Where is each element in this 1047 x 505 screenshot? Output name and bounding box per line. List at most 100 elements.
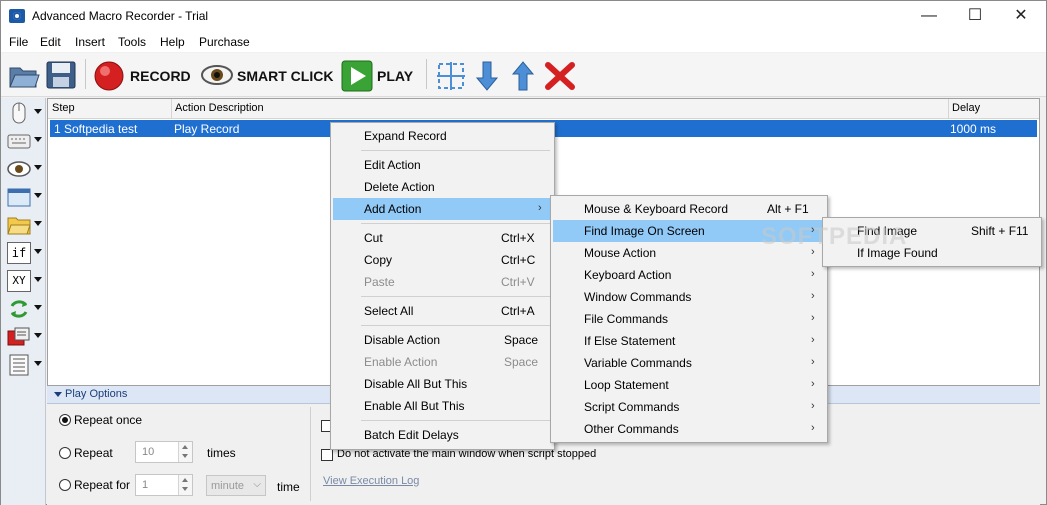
repeat-for-stepper[interactable]: 1 [135, 474, 193, 496]
repeat-count-stepper[interactable]: 10 [135, 441, 193, 463]
move-down-icon[interactable] [475, 60, 499, 92]
sidebar-variable[interactable]: XY [5, 268, 45, 294]
folder-icon [7, 217, 31, 235]
menu-item-select-all[interactable]: Select All Ctrl+A [333, 300, 552, 322]
menu-item-script-commands[interactable]: Script Commands › [553, 396, 825, 418]
sidebar-mouse[interactable] [5, 100, 45, 126]
column-step[interactable]: Step [52, 102, 75, 114]
menu-item-enable-all-but-this[interactable]: Enable All But This [333, 395, 552, 417]
chevron-down-icon [34, 193, 42, 198]
select-region-icon[interactable] [435, 60, 467, 92]
menu-bar: File Edit Insert Tools Help Purchase [1, 32, 1046, 52]
menu-insert[interactable]: Insert [75, 35, 105, 49]
column-divider[interactable] [171, 99, 172, 119]
menu-help[interactable]: Help [160, 35, 185, 49]
smart-click-eye-icon[interactable] [200, 63, 234, 87]
menu-tools[interactable]: Tools [118, 35, 146, 49]
menu-item-add-action[interactable]: Add Action › [333, 198, 552, 220]
menu-item-window-commands[interactable]: Window Commands › [553, 286, 825, 308]
chevron-down-icon [34, 165, 42, 170]
repeat-for-value: 1 [142, 479, 149, 491]
menu-item-edit-action[interactable]: Edit Action [333, 154, 552, 176]
menu-separator [361, 223, 550, 224]
keyboard-icon [7, 134, 31, 149]
window-icon [7, 188, 31, 207]
sidebar-keyboard[interactable] [5, 128, 45, 154]
sidebar-file[interactable] [5, 212, 45, 238]
dont-activate-checkbox[interactable] [321, 449, 333, 461]
sidebar-loop[interactable] [5, 296, 45, 322]
menu-item-if-else-statement[interactable]: If Else Statement › [553, 330, 825, 352]
move-up-icon[interactable] [511, 60, 535, 92]
menu-item-expand-record[interactable]: Expand Record [333, 125, 552, 147]
chevron-down-icon [34, 109, 42, 114]
delete-icon[interactable] [544, 61, 576, 91]
menu-item-disable-action[interactable]: Disable Action Space [333, 329, 552, 351]
sidebar-window[interactable] [5, 184, 45, 210]
watermark: SOFTPEDIA [761, 223, 908, 250]
toolbar-separator [85, 59, 86, 89]
menu-item-delete-action[interactable]: Delete Action [333, 176, 552, 198]
record-button[interactable]: RECORD [130, 68, 191, 84]
context-menu: Expand Record Edit Action Delete Action … [330, 122, 555, 450]
play-button[interactable]: PLAY [377, 68, 413, 84]
sidebar-if[interactable]: if [5, 240, 45, 266]
chevron-down-icon: ⌵ [253, 479, 261, 490]
save-icon[interactable] [45, 60, 77, 90]
menu-item-paste: Paste Ctrl+V [364, 275, 535, 289]
column-delay[interactable]: Delay [952, 102, 980, 114]
list-icon [9, 354, 29, 376]
mouse-icon [12, 102, 26, 124]
submenu-arrow-icon: › [811, 290, 815, 302]
menu-item-copy[interactable]: Copy Ctrl+C [333, 249, 552, 271]
eye-icon [7, 161, 31, 177]
toolbar-separator [426, 59, 427, 89]
time-label: time [277, 480, 300, 494]
close-button[interactable]: ✕ [998, 1, 1044, 31]
menu-item-disable-all-but-this[interactable]: Disable All But This [333, 373, 552, 395]
open-folder-icon[interactable] [8, 60, 40, 90]
toolbar: RECORD SMART CLICK PLAY [1, 53, 1046, 97]
repeat-once-radio[interactable] [59, 414, 71, 426]
menu-item-batch-edit-delays[interactable]: Batch Edit Delays [333, 424, 552, 446]
minimize-button[interactable]: — [906, 1, 952, 31]
window-title: Advanced Macro Recorder - Trial [32, 9, 209, 23]
smart-click-button[interactable]: SMART CLICK [237, 68, 333, 84]
submenu-arrow-icon: › [811, 400, 815, 412]
play-icon[interactable] [341, 60, 373, 92]
sidebar-other[interactable] [5, 352, 45, 378]
sidebar-find-image[interactable] [5, 156, 45, 182]
submenu-arrow-icon: › [811, 422, 815, 434]
repeat-once-label: Repeat once [74, 413, 143, 427]
menu-file[interactable]: File [9, 35, 28, 49]
spin-arrows-icon[interactable] [178, 475, 192, 495]
maximize-button[interactable]: ☐ [952, 1, 998, 31]
repeat-label: Repeat [74, 446, 113, 460]
menu-item-other-commands[interactable]: Other Commands › [553, 418, 825, 440]
action-sidebar: if XY [1, 98, 46, 505]
title-bar: Advanced Macro Recorder - Trial — ☐ ✕ [1, 1, 1046, 32]
chevron-down-icon [34, 333, 42, 338]
menu-item-loop-statement[interactable]: Loop Statement › [553, 374, 825, 396]
menu-item-mouse-keyboard-record[interactable]: Mouse & Keyboard Record Alt + F1 [553, 198, 825, 220]
menu-item-cut[interactable]: Cut Ctrl+X [333, 227, 552, 249]
repeat-for-radio[interactable] [59, 479, 71, 491]
menu-separator [361, 296, 550, 297]
column-divider[interactable] [948, 99, 949, 119]
view-execution-log-link[interactable]: View Execution Log [323, 475, 419, 487]
menu-item-file-commands[interactable]: File Commands › [553, 308, 825, 330]
spin-arrows-icon[interactable] [178, 442, 192, 462]
menu-edit[interactable]: Edit [40, 35, 61, 49]
time-unit-select[interactable]: minute ⌵ [206, 475, 266, 496]
menu-item-variable-commands[interactable]: Variable Commands › [553, 352, 825, 374]
row-action: Play Record [174, 122, 240, 136]
record-icon[interactable] [93, 60, 125, 92]
repeat-radio[interactable] [59, 447, 71, 459]
menu-item-keyboard-action[interactable]: Keyboard Action › [553, 264, 825, 286]
submenu-arrow-icon: › [811, 268, 815, 280]
column-action-description[interactable]: Action Description [175, 102, 264, 114]
chevron-down-icon [34, 277, 42, 282]
sidebar-script[interactable] [5, 324, 45, 350]
xy-icon: XY [7, 270, 31, 292]
menu-purchase[interactable]: Purchase [199, 35, 250, 49]
